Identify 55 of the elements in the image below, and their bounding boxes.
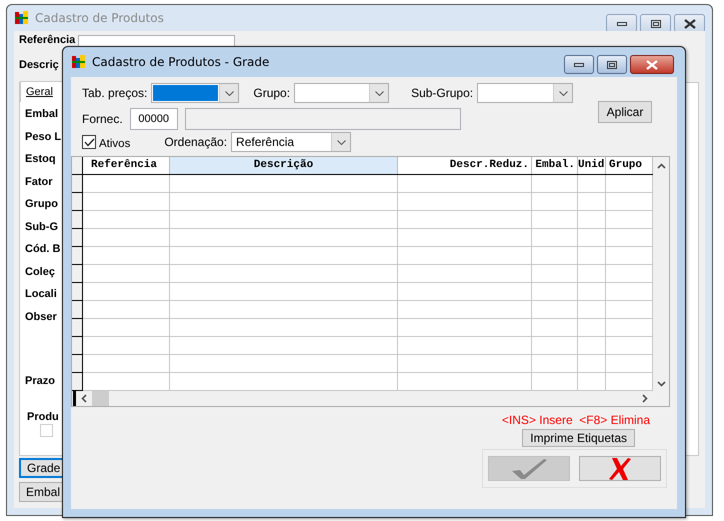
group-dropdown[interactable] [294, 83, 390, 103]
column-header[interactable]: Unid [578, 157, 606, 174]
shortcut-hint: <INS> Insere <F8> Elimina [502, 413, 650, 427]
field-label: Estoq [25, 152, 57, 167]
field-label: Cód. B [25, 242, 62, 257]
window-title: Cadastro de Produtos [35, 11, 164, 25]
chevron-icon [558, 90, 568, 96]
field-label: Tab. preços: [82, 86, 148, 100]
apply-button[interactable]: Aplicar [598, 101, 652, 123]
app-icon [14, 10, 30, 26]
sort-dropdown[interactable]: Referência [231, 132, 352, 152]
close-icon [684, 18, 696, 28]
scroll-thumb[interactable] [92, 391, 109, 406]
field-label: Grupo: [253, 86, 290, 100]
field-label: Prazo [25, 375, 55, 387]
field-label: Grupo [25, 197, 59, 212]
maximize-icon [650, 20, 660, 28]
print-labels-button[interactable]: Imprime Etiquetas [522, 429, 635, 447]
field-label: Locali [25, 287, 58, 302]
field-label: Fator [25, 174, 54, 190]
field-label: Obser [25, 310, 58, 324]
supplier-code-field[interactable]: 00000 [130, 108, 178, 130]
column-header[interactable]: Descrição [170, 157, 398, 174]
supplier-name-field[interactable] [184, 108, 461, 130]
field-label: Peso L [25, 130, 62, 144]
field-label: Descriç [19, 59, 59, 71]
cancel-button[interactable] [579, 456, 661, 481]
checkbox-label: Ativos [99, 138, 130, 150]
chevron-icon [224, 90, 234, 96]
chevron-icon [374, 90, 384, 96]
tab[interactable]: Geral [20, 81, 64, 102]
field-label: Ordenação: [164, 135, 228, 149]
field-label: Coleç [25, 264, 56, 280]
price-table-dropdown[interactable] [151, 83, 240, 103]
field-label: Sub-G [25, 220, 59, 234]
x-icon [608, 456, 632, 480]
close-icon [646, 60, 658, 70]
app-icon [71, 54, 87, 70]
field-label: Referência [19, 34, 76, 46]
checkbox[interactable] [82, 135, 96, 149]
minimize-icon [616, 22, 626, 26]
close-button[interactable] [630, 55, 674, 74]
field-label: Produ [27, 411, 59, 423]
row-marker [73, 391, 76, 406]
chevron-icon [336, 140, 346, 144]
field-label: Sub-Grupo: [411, 86, 474, 100]
field-label: Embal [25, 107, 60, 122]
minimize-icon [574, 62, 584, 66]
subgroup-dropdown[interactable] [477, 83, 574, 103]
window-title: Cadastro de Produtos - Grade [92, 55, 270, 69]
maximize-button[interactable] [597, 55, 627, 74]
maximize-icon [607, 60, 617, 68]
column-header[interactable]: Grupo [606, 157, 653, 174]
minimize-button[interactable] [564, 55, 594, 74]
field-label: Fornec. [82, 112, 123, 126]
